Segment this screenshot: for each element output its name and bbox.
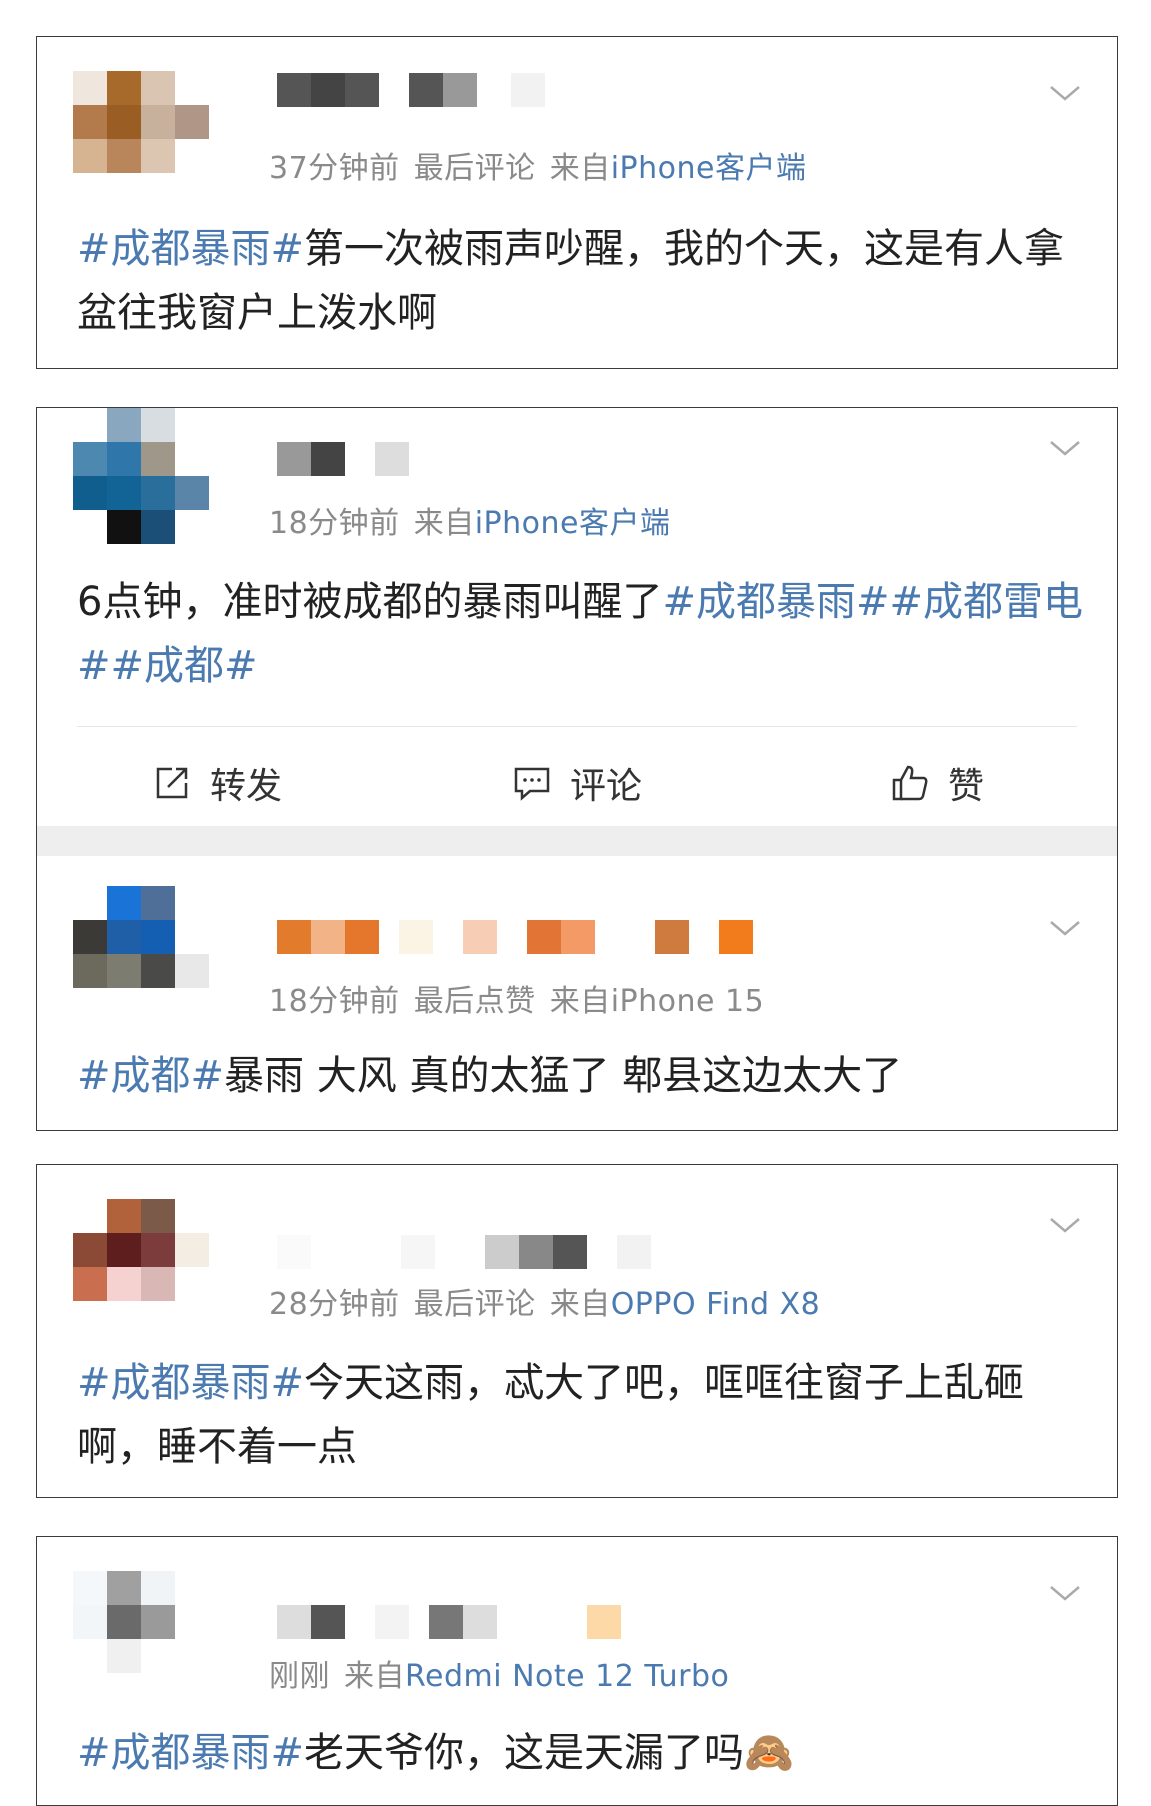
post-from: 来自 xyxy=(413,506,475,541)
username-redacted[interactable] xyxy=(277,442,409,476)
chevron-down-icon[interactable] xyxy=(1049,432,1081,464)
post-card-5: 刚刚 来自Redmi Note 12 Turbo #成都暴雨#老天爷你，这是天漏了… xyxy=(36,1536,1118,1806)
post-time: 18分钟前 xyxy=(269,506,400,541)
post-time: 28分钟前 xyxy=(269,1287,400,1322)
hashtag[interactable]: #成都暴雨# xyxy=(77,1730,304,1776)
thumbs-up-icon xyxy=(892,765,928,801)
post-text: #成都暴雨#今天这雨，忒大了吧，哐哐往窗子上乱砸啊，睡不着一点 xyxy=(77,1360,1025,1470)
divider xyxy=(77,726,1077,727)
avatar[interactable] xyxy=(73,886,209,988)
chevron-down-icon[interactable] xyxy=(1049,1209,1081,1241)
username-redacted[interactable] xyxy=(277,73,545,107)
post-from: 来自 xyxy=(549,984,611,1019)
chevron-down-icon[interactable] xyxy=(1049,77,1081,109)
avatar[interactable] xyxy=(73,1571,209,1673)
post-from: 来自 xyxy=(549,1287,611,1322)
repost-label: 转发 xyxy=(209,766,282,807)
post-activity: 最后评论 xyxy=(413,151,536,186)
avatar[interactable] xyxy=(73,71,209,173)
post-text: #成都暴雨#老天爷你，这是天漏了吗🙈 xyxy=(77,1730,794,1776)
post-text: 6点钟，准时被成都的暴雨叫醒了#成都暴雨##成都雷电##成都# xyxy=(77,579,1083,689)
like-button[interactable]: 赞 xyxy=(757,757,1117,809)
hashtag[interactable]: #成都暴雨# xyxy=(77,226,304,272)
avatar[interactable] xyxy=(73,1199,209,1301)
comment-button[interactable]: 评论 xyxy=(397,757,757,809)
post-card-4: 28分钟前 最后评论 来自OPPO Find X8 #成都暴雨#今天这雨，忒大了吧，… xyxy=(36,1164,1118,1498)
post-card-2: 18分钟前 来自iPhone客户端 6点钟，准时被成都的暴雨叫醒了#成都暴雨##成… xyxy=(36,407,1118,1131)
post-source[interactable]: iPhone 15 xyxy=(611,984,764,1019)
post-activity: 最后点赞 xyxy=(413,984,536,1019)
post-source[interactable]: OPPO Find X8 xyxy=(611,1287,821,1322)
post-meta: 18分钟前 来自iPhone客户端 xyxy=(269,498,670,542)
see-no-evil-monkey-icon: 🙈 xyxy=(744,1730,794,1776)
comment-label: 评论 xyxy=(569,766,642,807)
post-time: 37分钟前 xyxy=(269,151,400,186)
repost-button[interactable]: 转发 xyxy=(37,757,397,809)
post-card-1: 37分钟前 最后评论 来自iPhone客户端 #成都暴雨#第一次被雨声吵醒，我的个天… xyxy=(36,36,1118,369)
like-label: 赞 xyxy=(947,766,984,807)
post-source[interactable]: iPhone客户端 xyxy=(611,151,807,186)
post-meta: 37分钟前 最后评论 来自iPhone客户端 xyxy=(269,143,806,187)
hashtag[interactable]: #成都暴雨# xyxy=(77,1360,304,1406)
section-gap xyxy=(37,826,1117,856)
post-meta: 28分钟前 最后评论 来自OPPO Find X8 xyxy=(269,1279,820,1323)
share-icon xyxy=(156,767,188,799)
post-meta: 刚刚 来自Redmi Note 12 Turbo xyxy=(269,1651,729,1695)
avatar[interactable] xyxy=(73,408,209,510)
hashtag[interactable]: #成都# xyxy=(111,643,258,689)
action-bar: 转发 评论 赞 xyxy=(37,748,1117,818)
post-time: 刚刚 xyxy=(269,1659,330,1694)
post-from: 来自 xyxy=(344,1659,405,1694)
avatar-row-4 xyxy=(73,510,209,544)
hashtag[interactable]: #成都暴雨# xyxy=(662,579,889,625)
username-redacted[interactable] xyxy=(277,920,753,954)
post-time: 18分钟前 xyxy=(269,984,400,1019)
post-activity: 最后评论 xyxy=(413,1287,536,1322)
chevron-down-icon[interactable] xyxy=(1049,1577,1081,1609)
username-redacted[interactable] xyxy=(277,1605,621,1639)
username-redacted[interactable] xyxy=(277,1235,651,1269)
post-from: 来自 xyxy=(549,151,611,186)
post-source[interactable]: Redmi Note 12 Turbo xyxy=(405,1659,729,1694)
hashtag[interactable]: #成都# xyxy=(77,1053,224,1099)
post-meta: 18分钟前 最后点赞 来自iPhone 15 xyxy=(269,976,764,1020)
post-source[interactable]: iPhone客户端 xyxy=(475,506,671,541)
post-text: #成都暴雨#第一次被雨声吵醒，我的个天，这是有人拿盆往我窗户上泼水啊 xyxy=(77,226,1065,336)
chevron-down-icon[interactable] xyxy=(1049,912,1081,944)
post-text: #成都#暴雨 大风 真的太猛了 郫县这边太大了 xyxy=(77,1053,903,1099)
comment-icon xyxy=(514,767,550,801)
